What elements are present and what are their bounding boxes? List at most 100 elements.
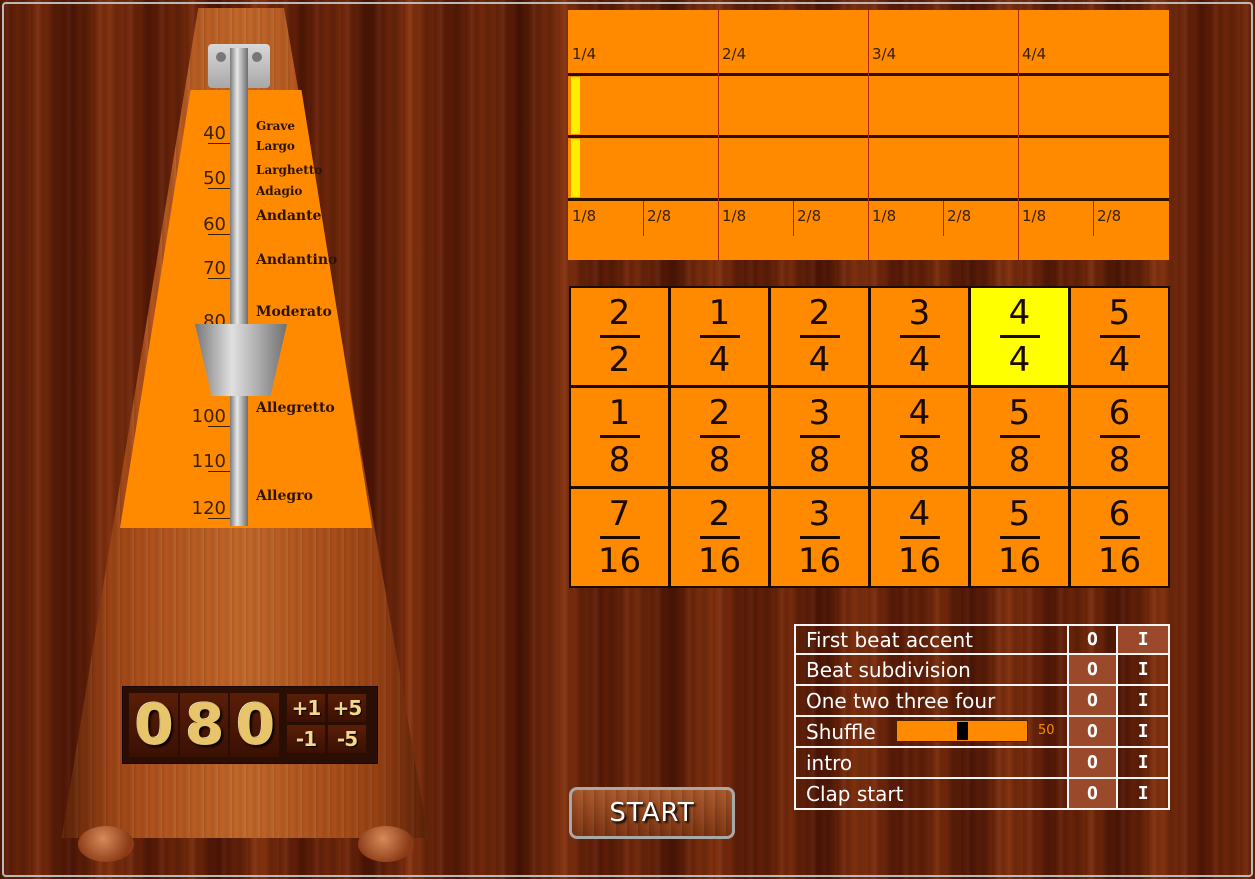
option-label: Clap start <box>806 781 904 806</box>
time-signature-denominator: 2 <box>608 340 631 381</box>
time-signature-2-4[interactable]: 24 <box>771 288 868 386</box>
option-label: One two three four <box>806 688 996 713</box>
fraction-bar <box>1099 435 1140 439</box>
time-signature-denominator: 16 <box>597 540 642 581</box>
tempo-digit: 0 <box>230 693 280 758</box>
rhythm-grid: 1/4 2/4 3/4 4/4 1/8 2/8 1/8 2/8 1/8 2/8 1/8 2/8 <box>568 10 1169 260</box>
option-on-toggle[interactable]: I <box>1118 717 1168 746</box>
fraction-bar <box>999 435 1040 439</box>
time-signature-denominator: 8 <box>608 440 631 481</box>
quarter-beat-label: 4/4 <box>1022 45 1047 63</box>
tempo-term: Moderato <box>256 304 332 320</box>
option-on-toggle[interactable]: I <box>1118 748 1168 777</box>
tempo-counter: 0 8 0 +1 +5 -1 -5 <box>122 686 378 764</box>
fraction-bar <box>899 535 940 539</box>
time-signature-4-8[interactable]: 48 <box>871 388 968 486</box>
bpm-tick <box>208 188 230 189</box>
time-signature-numerator: 4 <box>1008 293 1031 334</box>
option-off-toggle[interactable]: O <box>1068 686 1119 715</box>
fraction-bar <box>899 435 940 439</box>
option-off-toggle[interactable]: O <box>1068 779 1119 808</box>
option-off-toggle[interactable]: O <box>1069 626 1119 653</box>
tempo-display: 0 8 0 <box>129 693 280 758</box>
time-signature-4-4[interactable]: 44 <box>971 288 1068 386</box>
option-row: One two three four O I <box>794 686 1170 717</box>
metronome-foot-left <box>78 826 134 862</box>
time-signature-denominator: 4 <box>708 340 731 381</box>
time-signature-numerator: 1 <box>708 293 731 334</box>
option-label-cell: First beat accent <box>796 626 1069 653</box>
option-on-toggle[interactable]: I <box>1118 686 1168 715</box>
eighth-beat-line <box>943 201 944 236</box>
bpm-mark: 120 <box>191 498 226 519</box>
time-signature-numerator: 2 <box>708 493 731 534</box>
eighth-beat-label: 2/8 <box>797 207 822 225</box>
fraction-bar <box>599 335 640 339</box>
option-on-toggle[interactable]: I <box>1118 626 1168 653</box>
fraction-bar <box>1099 335 1140 339</box>
option-row: First beat accent O I <box>794 624 1170 655</box>
fraction-bar <box>699 435 740 439</box>
time-signature-denominator: 16 <box>997 540 1042 581</box>
eighth-beat-label: 2/8 <box>947 207 972 225</box>
time-signature-5-8[interactable]: 58 <box>971 388 1068 486</box>
time-signature-3-4[interactable]: 34 <box>871 288 968 386</box>
time-signature-numerator: 2 <box>708 393 731 434</box>
time-signature-5-16[interactable]: 5 16 <box>971 488 1068 586</box>
time-signature-5-4[interactable]: 54 <box>1071 288 1168 386</box>
playhead-marker <box>571 139 580 197</box>
tempo-minus-1-button[interactable]: -1 <box>287 725 325 753</box>
time-signature-4-16[interactable]: 4 16 <box>871 488 968 586</box>
tempo-term: Andantino <box>256 252 338 268</box>
shuffle-slider-thumb[interactable] <box>957 722 968 740</box>
shuffle-value: 50 <box>1038 723 1055 738</box>
fraction-bar <box>999 535 1040 539</box>
time-signature-denominator: 4 <box>808 340 831 381</box>
tempo-plus-5-button[interactable]: +5 <box>328 694 366 722</box>
time-signature-denominator: 8 <box>708 440 731 481</box>
option-label: First beat accent <box>806 627 973 652</box>
tempo-minus-5-button[interactable]: -5 <box>328 725 366 753</box>
time-signature-1-4[interactable]: 14 <box>671 288 768 386</box>
tempo-term: Allegretto <box>256 400 335 416</box>
fraction-bar <box>1099 535 1140 539</box>
option-off-toggle[interactable]: O <box>1068 748 1119 777</box>
time-signature-numerator: 2 <box>608 293 631 334</box>
time-signature-2-16[interactable]: 2 16 <box>671 488 768 586</box>
time-signature-denominator: 4 <box>1108 340 1131 381</box>
tempo-plus-1-button[interactable]: +1 <box>287 694 325 722</box>
pendulum-rod <box>230 48 248 526</box>
fraction-bar <box>699 335 740 339</box>
time-signature-6-16[interactable]: 6 16 <box>1071 488 1168 586</box>
time-signature-2-2[interactable]: 22 <box>571 288 668 386</box>
quarter-beat-line <box>1018 10 1019 260</box>
time-signature-grid: 2 2 1 4 2 4 3 4 4 4 5 4 1 8 2 8 3 8 4 8 5 8 6 8 7 16 2 16 3 16 4 16 5 16 6… <box>569 286 1170 588</box>
quarter-beat-line <box>718 10 719 260</box>
option-label-cell: One two three four <box>796 686 1069 715</box>
option-on-toggle[interactable]: I <box>1118 779 1168 808</box>
options-table: First beat accent O I Beat subdivision O I One… <box>794 624 1170 810</box>
quarter-beat-label: 2/4 <box>722 45 747 63</box>
time-signature-6-8[interactable]: 68 <box>1071 388 1168 486</box>
option-label-cell: Beat subdivision <box>796 655 1069 684</box>
option-label-cell: Shuffle 50 <box>796 717 1069 746</box>
time-signature-3-16[interactable]: 3 16 <box>771 488 868 586</box>
option-off-toggle[interactable]: O <box>1068 717 1119 746</box>
option-on-toggle[interactable]: I <box>1118 655 1168 684</box>
start-button[interactable]: START <box>569 787 735 839</box>
time-signature-denominator: 8 <box>1108 440 1131 481</box>
option-row: intro O I <box>794 748 1170 779</box>
eighth-beat-line <box>1093 201 1094 236</box>
eighth-beat-label: 2/8 <box>647 207 672 225</box>
time-signature-1-8[interactable]: 18 <box>571 388 668 486</box>
time-signature-2-8[interactable]: 28 <box>671 388 768 486</box>
fraction-bar <box>599 435 640 439</box>
time-signature-numerator: 3 <box>808 393 831 434</box>
shuffle-slider[interactable] <box>896 720 1028 742</box>
option-off-toggle[interactable]: O <box>1068 655 1119 684</box>
time-signature-3-8[interactable]: 38 <box>771 388 868 486</box>
time-signature-denominator: 16 <box>1097 540 1142 581</box>
time-signature-7-16[interactable]: 7 16 <box>571 488 668 586</box>
time-signature-numerator: 5 <box>1108 293 1131 334</box>
time-signature-denominator: 4 <box>1008 340 1031 381</box>
